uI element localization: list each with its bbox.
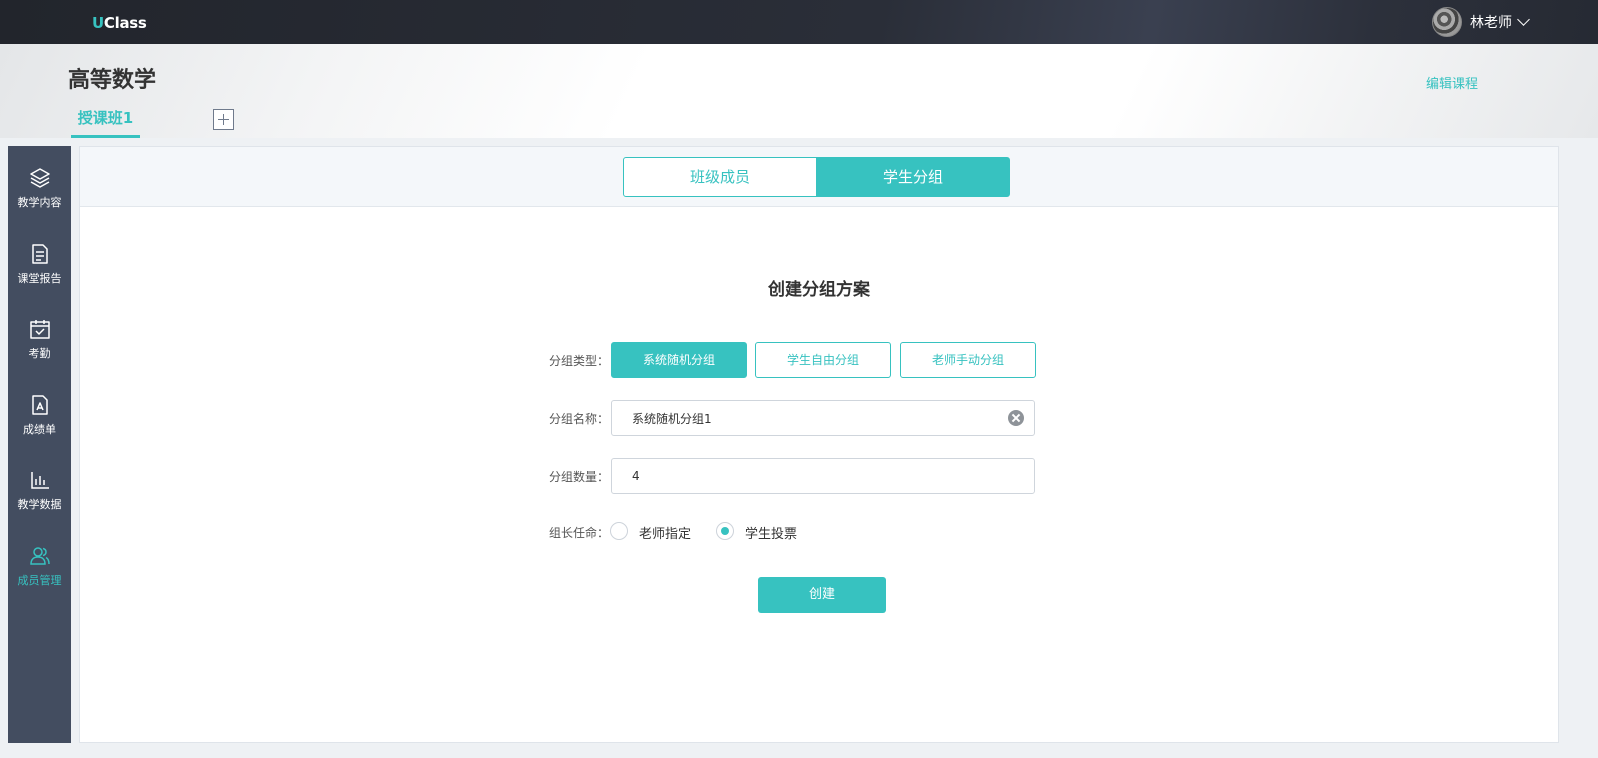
sidebar-item-label: 课堂报告 [17, 272, 62, 285]
group-type-label: 分组类型： [549, 354, 610, 368]
sidebar-item-attendance[interactable]: 考勤 [8, 317, 71, 377]
segment-bar: 班级成员 学生分组 [80, 147, 1558, 207]
sidebar-item-grades[interactable]: 成绩单 [8, 393, 71, 453]
group-name-label: 分组名称： [549, 412, 610, 426]
add-class-button[interactable] [213, 109, 234, 130]
avatar[interactable] [1432, 7, 1462, 37]
form-title: 创建分组方案 [768, 280, 870, 300]
radio-student-vote-label[interactable]: 学生投票 [745, 523, 797, 542]
group-count-label: 分组数量： [549, 470, 610, 484]
sidebar-item-teaching-content[interactable]: 教学内容 [8, 166, 71, 226]
type-manual-button[interactable]: 老师手动分组 [900, 342, 1036, 378]
sidebar-item-label: 成员管理 [17, 574, 62, 587]
course-header: 高等数学 编辑课程 授课班1 [0, 44, 1598, 138]
user-name[interactable]: 林老师 [1470, 12, 1512, 32]
members-icon [29, 547, 50, 565]
leader-label: 组长任命： [549, 526, 610, 540]
grade-sheet-icon [31, 395, 48, 415]
sidebar-item-label: 教学内容 [17, 196, 62, 209]
tab-student-groups[interactable]: 学生分组 [816, 157, 1010, 197]
sidebar-item-label: 考勤 [28, 347, 51, 360]
sidebar: 教学内容 课堂报告 考勤 成绩单 教学数据 成员管理 [8, 146, 71, 743]
radio-teacher-assign-label[interactable]: 老师指定 [639, 523, 691, 542]
radio-teacher-assign[interactable] [610, 522, 628, 540]
chevron-down-icon[interactable] [1517, 13, 1530, 26]
document-icon [31, 244, 48, 264]
bar-chart-icon [30, 472, 49, 489]
tab-class-1[interactable]: 授课班1 [71, 106, 140, 138]
group-count-input[interactable] [612, 459, 992, 493]
sidebar-item-label: 教学数据 [17, 498, 62, 511]
page-title: 高等数学 [68, 68, 157, 93]
layers-icon [29, 168, 50, 188]
type-random-button[interactable]: 系统随机分组 [611, 342, 747, 378]
sidebar-item-member-management[interactable]: 成员管理 [8, 544, 71, 604]
tab-class-members[interactable]: 班级成员 [623, 157, 817, 197]
type-free-button[interactable]: 学生自由分组 [755, 342, 891, 378]
group-name-input[interactable] [612, 401, 992, 435]
calendar-check-icon [29, 320, 50, 339]
sidebar-item-label: 成绩单 [23, 423, 56, 436]
edit-course-link[interactable]: 编辑课程 [1426, 73, 1478, 92]
group-count-field-wrapper [611, 458, 1035, 494]
user-menu[interactable]: 林老师 [1432, 7, 1530, 37]
app-logo[interactable]: UClass [92, 14, 147, 32]
top-bar: UClass 林老师 [0, 0, 1598, 44]
create-button[interactable]: 创建 [758, 577, 886, 613]
main-panel: 班级成员 学生分组 创建分组方案 分组类型： 系统随机分组 学生自由分组 老师手… [79, 146, 1559, 743]
group-name-field-wrapper [611, 400, 1035, 436]
clear-icon[interactable] [1008, 410, 1024, 426]
radio-student-vote[interactable] [716, 522, 734, 540]
sidebar-item-teaching-data[interactable]: 教学数据 [8, 468, 71, 528]
sidebar-item-class-report[interactable]: 课堂报告 [8, 242, 71, 302]
